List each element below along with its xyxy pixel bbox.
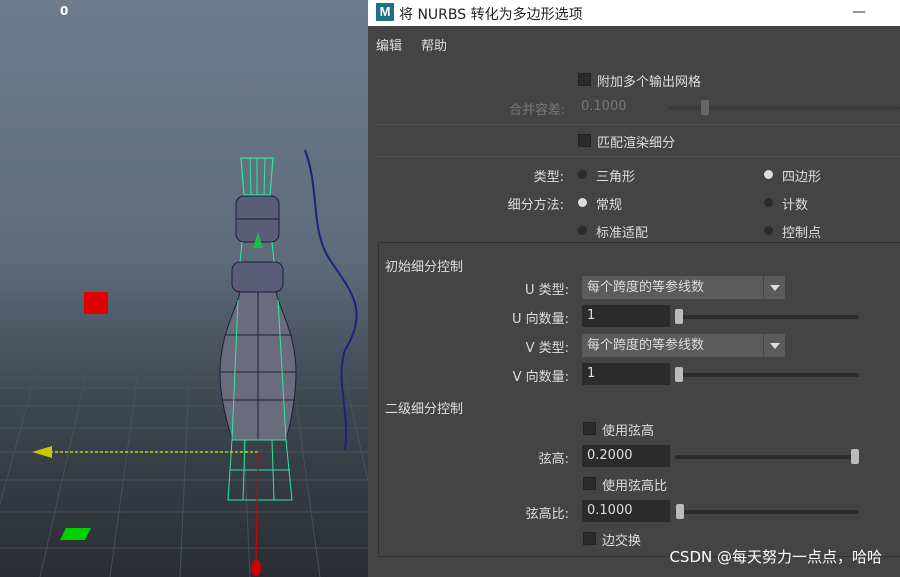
divider	[376, 156, 900, 157]
tess-general-fit-label: 标准适配	[596, 226, 649, 241]
match-render-label: 匹配渲染细分	[597, 136, 676, 151]
tess-standard-radio[interactable]	[578, 198, 587, 207]
3d-viewport[interactable]: 0	[0, 0, 368, 577]
type-triangles-label: 三角形	[596, 170, 636, 185]
menu-help[interactable]: 帮助	[421, 35, 447, 54]
x-axis-arrow-icon	[32, 446, 52, 458]
merge-tolerance-slider-thumb[interactable]	[701, 100, 709, 115]
chevron-down-icon	[770, 285, 780, 291]
chord-height-label: 弦高:	[538, 452, 569, 467]
chevron-down-icon	[770, 343, 780, 349]
initial-tessellation-title: 初始细分控制	[385, 260, 464, 275]
u-type-label: U 类型:	[524, 283, 569, 298]
convert-nurbs-dialog: M 将 NURBS 转化为多边形选项 — 编辑 帮助 附加多个输出网格 合并容差…	[368, 0, 900, 577]
attach-output-label: 附加多个输出网格	[597, 75, 702, 90]
chord-ratio-field[interactable]: 0.1000	[582, 500, 670, 522]
u-type-value: 每个跨度的等参线数	[587, 280, 705, 295]
menu-edit[interactable]: 编辑	[376, 35, 402, 54]
dialog-title: 将 NURBS 转化为多边形选项	[399, 7, 583, 23]
v-type-dropdown[interactable]: 每个跨度的等参线数	[582, 334, 785, 357]
use-chord-ratio-checkbox[interactable]	[583, 477, 596, 490]
use-chord-ratio-label: 使用弦高比	[602, 479, 668, 494]
v-number-field[interactable]: 1	[582, 363, 670, 385]
chord-ratio-label: 弦高比:	[525, 507, 569, 522]
chord-ratio-slider-thumb[interactable]	[676, 504, 684, 519]
chord-ratio-slider[interactable]	[675, 510, 859, 514]
menu-bar: 编辑 帮助	[368, 26, 900, 60]
chord-height-slider[interactable]	[675, 455, 859, 459]
chord-height-slider-thumb[interactable]	[851, 449, 859, 464]
v-number-label: V 向数量:	[512, 370, 569, 385]
match-render-checkbox[interactable]	[578, 134, 591, 147]
type-label: 类型:	[533, 170, 564, 185]
edge-swap-label: 边交换	[602, 534, 642, 549]
u-number-label: U 向数量:	[511, 312, 569, 327]
v-number-slider[interactable]	[675, 373, 859, 377]
tess-standard-label: 常规	[596, 198, 623, 213]
type-quads-radio[interactable]	[764, 170, 773, 179]
tess-count-radio[interactable]	[764, 198, 773, 207]
nurbs-curve	[304, 149, 358, 451]
tess-count-label: 计数	[782, 198, 809, 213]
tess-control-points-radio[interactable]	[764, 226, 773, 235]
edge-swap-checkbox[interactable]	[583, 532, 596, 545]
use-chord-height-checkbox[interactable]	[583, 422, 596, 435]
secondary-tessellation-title: 二级细分控制	[385, 402, 464, 417]
viewport-scene	[0, 149, 368, 577]
maya-app-icon: M	[376, 3, 394, 21]
u-number-field[interactable]: 1	[582, 305, 670, 327]
v-type-label: V 类型:	[525, 341, 569, 356]
v-type-dropdown-button[interactable]	[763, 334, 785, 357]
minimize-button[interactable]: —	[852, 4, 866, 20]
tessellation-control-frame: 初始细分控制 U 类型: 每个跨度的等参线数 U 向数量: 1 V 类型: 每个…	[378, 242, 900, 557]
merge-tolerance-label: 合并容差:	[509, 103, 566, 118]
merge-tolerance-field[interactable]: 0.1000	[576, 96, 666, 118]
tess-general-fit-radio[interactable]	[578, 226, 587, 235]
u-number-slider[interactable]	[675, 315, 859, 319]
ground-grid	[0, 357, 368, 577]
type-quads-label: 四边形	[782, 170, 822, 185]
use-chord-height-label: 使用弦高	[602, 424, 655, 439]
frame-counter: 0	[60, 4, 69, 18]
chord-height-field[interactable]: 0.2000	[582, 445, 670, 467]
attach-output-checkbox[interactable]	[578, 73, 591, 86]
v-number-slider-thumb[interactable]	[675, 367, 683, 382]
tess-control-points-label: 控制点	[782, 226, 822, 241]
red-marker	[84, 292, 108, 314]
divider	[376, 124, 900, 125]
u-type-dropdown[interactable]: 每个跨度的等参线数	[582, 276, 785, 299]
tessellation-method-label: 细分方法:	[507, 198, 564, 213]
green-marker	[60, 528, 91, 540]
v-type-value: 每个跨度的等参线数	[587, 338, 705, 353]
title-bar: M 将 NURBS 转化为多边形选项 —	[368, 0, 900, 26]
z-axis-arrow-icon	[251, 560, 261, 576]
polygon-mesh	[219, 157, 297, 501]
options-panel: 附加多个输出网格 合并容差: 0.1000 匹配渲染细分 类型: 三角形 四边形…	[376, 62, 900, 577]
type-triangles-radio[interactable]	[578, 170, 587, 179]
u-type-dropdown-button[interactable]	[763, 276, 785, 299]
watermark: CSDN @每天努力一点点，哈哈	[669, 548, 882, 566]
u-number-slider-thumb[interactable]	[675, 309, 683, 324]
